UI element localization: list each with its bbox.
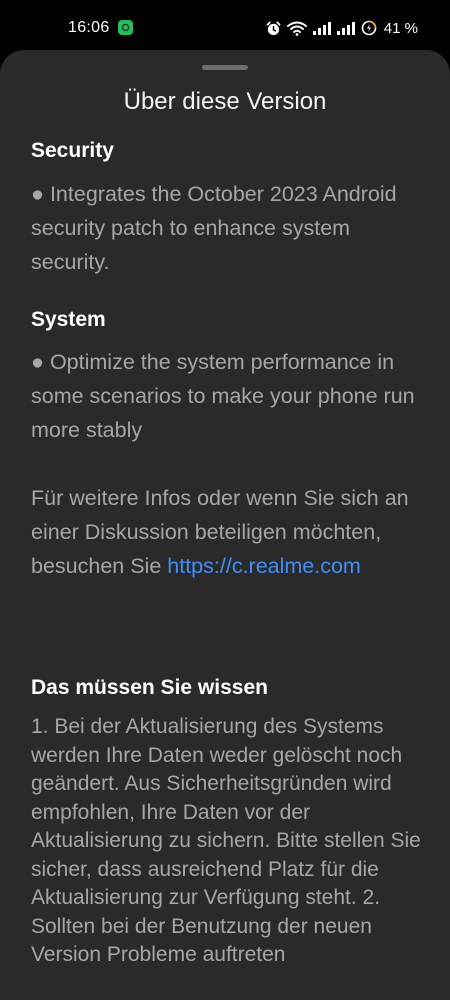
version-info-sheet: Über diese Version Security ● Integrates… [0, 50, 450, 1000]
wifi-icon [286, 21, 307, 36]
signal-icon [312, 21, 331, 35]
system-body: ● Optimize the system performance in som… [31, 350, 415, 442]
more-info-text: Für weitere Infos oder wenn Sie sich an … [31, 481, 426, 583]
status-bar: 16:06 41 % [0, 0, 450, 52]
release-notes: Security ● Integrates the October 2023 A… [31, 136, 426, 970]
security-heading: Security [31, 139, 114, 162]
system-heading: System [31, 308, 106, 331]
notice-body: 1. Bei der Aktualisierung des Systems we… [31, 715, 421, 966]
security-body: ● Integrates the October 2023 Android se… [31, 182, 397, 274]
realme-community-link[interactable]: https://c.realme.com [167, 554, 361, 578]
signal-icon-2 [336, 21, 355, 35]
status-time: 16:06 [68, 19, 110, 36]
sheet-drag-handle[interactable] [202, 65, 248, 70]
whatsapp-notification-icon [118, 20, 133, 35]
battery-percent: 41 % [383, 19, 418, 37]
notice-heading: Das müssen Sie wissen [31, 676, 268, 699]
alarm-icon [266, 21, 281, 35]
battery-icon [361, 20, 377, 36]
sheet-title: Über diese Version [123, 88, 327, 115]
status-icons: 41 % [266, 18, 418, 38]
